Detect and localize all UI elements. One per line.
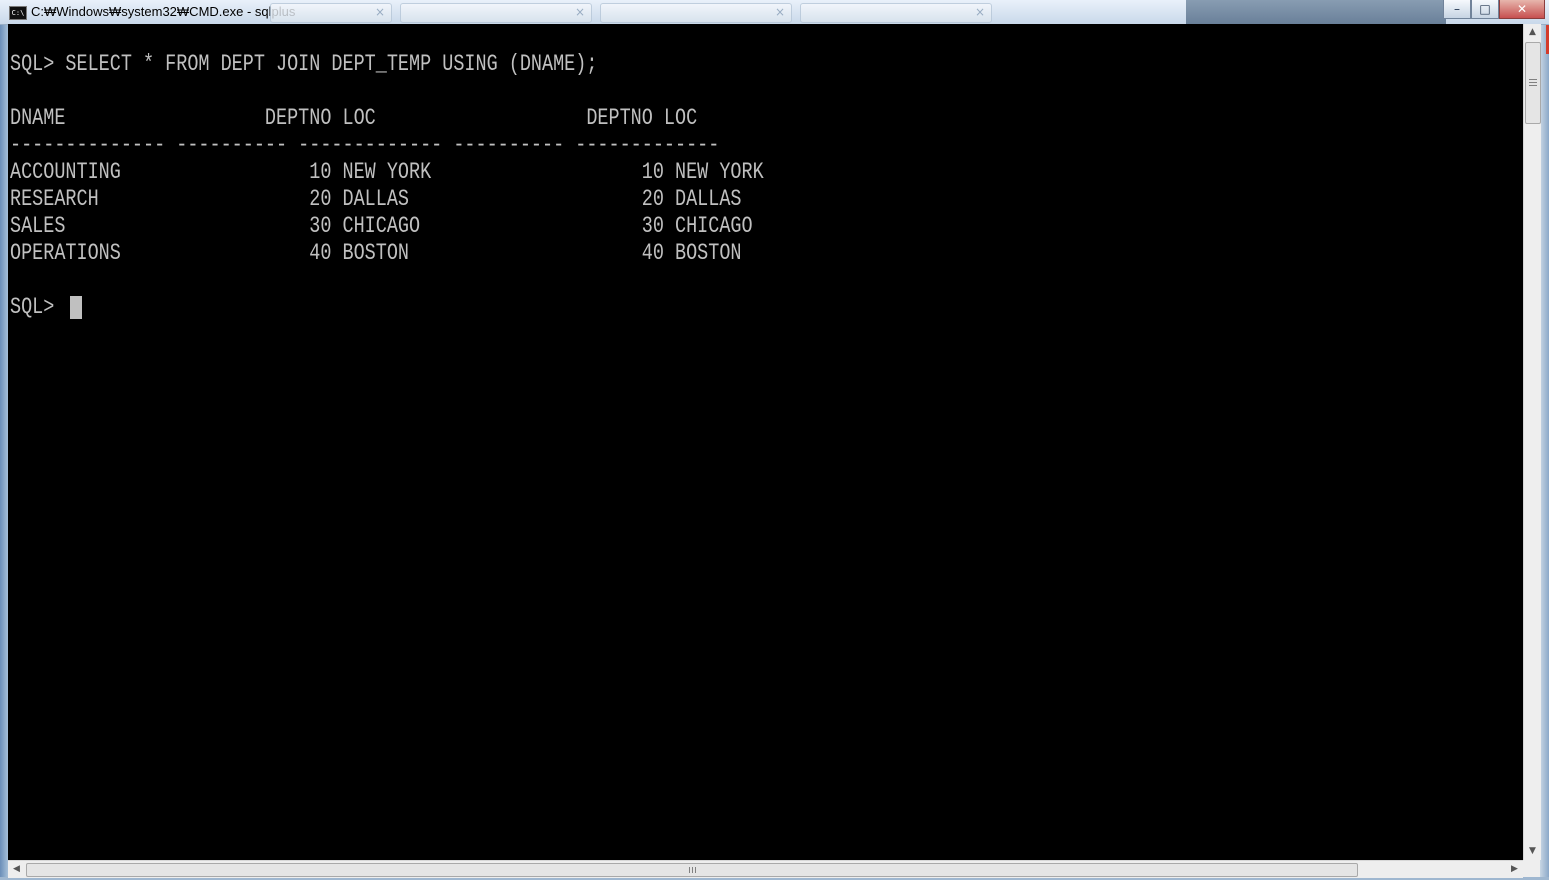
background-tab xyxy=(800,3,992,23)
result-row-operations: OPERATIONS 40 BOSTON 40 BOSTON xyxy=(10,240,742,266)
result-row-sales: SALES 30 CHICAGO 30 CHICAGO xyxy=(10,213,753,239)
sql-prompt[interactable]: SQL> xyxy=(10,294,65,321)
background-tab xyxy=(270,3,392,23)
result-header-row: DNAME DEPTNO LOC DEPTNO LOC xyxy=(10,105,698,131)
maximize-button[interactable]: □ xyxy=(1471,0,1499,19)
vertical-scroll-thumb[interactable] xyxy=(1525,42,1541,124)
result-row-research: RESEARCH 20 DALLAS 20 DALLAS xyxy=(10,186,742,212)
scroll-right-icon[interactable]: ▶ xyxy=(1506,861,1523,878)
vertical-scrollbar[interactable]: ▲ ▼ xyxy=(1523,24,1541,860)
horizontal-scrollbar[interactable]: ◀ ▶ xyxy=(8,860,1523,878)
result-row-accounting: ACCOUNTING 10 NEW YORK 10 NEW YORK xyxy=(10,159,764,185)
scroll-left-icon[interactable]: ◀ xyxy=(8,861,25,878)
console-line-query: SQL> SELECT * FROM DEPT JOIN DEPT_TEMP U… xyxy=(10,51,598,77)
close-button[interactable]: ✕ xyxy=(1499,0,1545,19)
cmd-window: C:\ C:₩Windows₩system32₩CMD.exe - sqlplu… xyxy=(0,0,1549,880)
background-tab xyxy=(600,3,792,23)
background-browser-tabs xyxy=(270,1,1010,23)
window-frame-left xyxy=(0,24,8,880)
window-frame-right xyxy=(1540,24,1549,880)
cmd-icon[interactable]: C:\ xyxy=(9,6,27,20)
result-separator-row: -------------- ---------- ------------- … xyxy=(10,132,720,158)
minimize-button[interactable]: – xyxy=(1443,0,1471,19)
scroll-up-icon[interactable]: ▲ xyxy=(1524,24,1541,41)
window-title: C:₩Windows₩system32₩CMD.exe - sqlplus xyxy=(31,4,296,19)
title-bar[interactable]: C:\ C:₩Windows₩system32₩CMD.exe - sqlplu… xyxy=(0,0,1549,25)
window-controls: – □ ✕ xyxy=(1443,0,1545,19)
scrollbar-corner xyxy=(1523,860,1540,877)
grip-icon xyxy=(1529,79,1537,80)
horizontal-scroll-thumb[interactable] xyxy=(26,863,1358,877)
background-window xyxy=(1186,0,1446,24)
text-cursor xyxy=(70,296,82,319)
console-output[interactable]: SQL> SELECT * FROM DEPT JOIN DEPT_TEMP U… xyxy=(8,24,1523,860)
grip-icon xyxy=(689,867,690,873)
background-tab xyxy=(400,3,592,23)
scroll-down-icon[interactable]: ▼ xyxy=(1524,843,1541,860)
